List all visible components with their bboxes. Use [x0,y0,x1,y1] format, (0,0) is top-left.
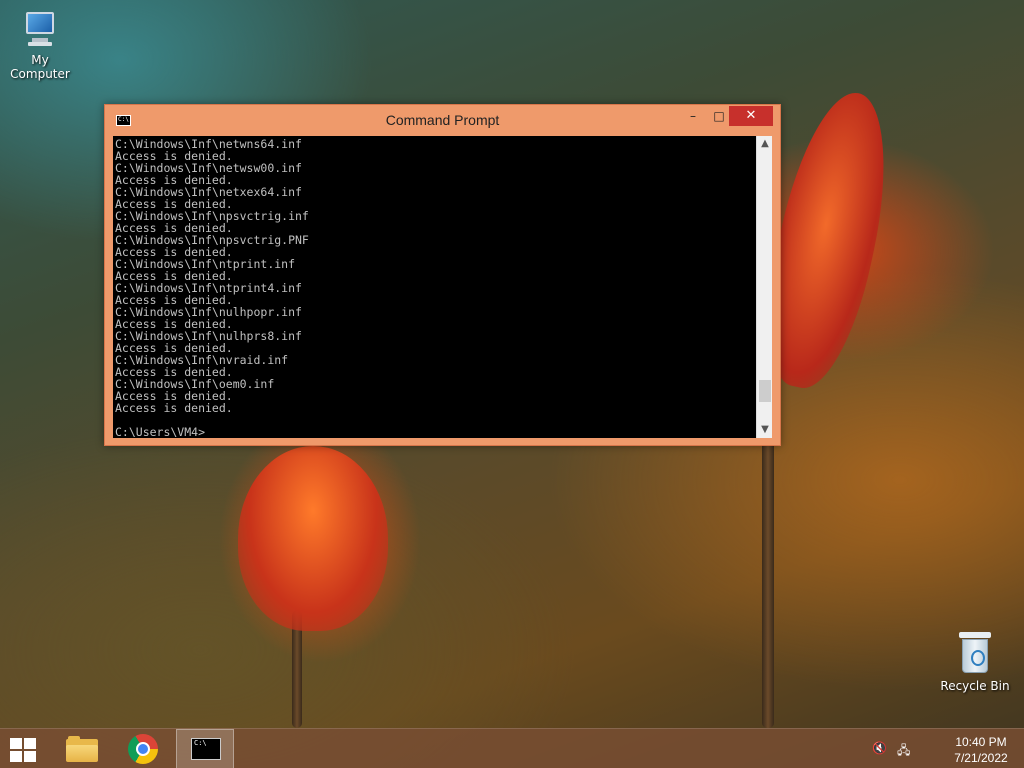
desktop-icon-label: Recycle Bin [940,679,1010,693]
taskbar-chrome-button[interactable] [115,729,171,768]
taskbar-command-prompt-button[interactable]: C:\ [176,729,234,768]
start-button[interactable] [8,736,38,762]
scroll-down-icon[interactable]: ▼ [757,422,773,438]
folder-icon [66,736,98,762]
desktop-icon-recycle-bin[interactable]: Recycle Bin [935,630,1015,693]
console-line: C:\Users\VM4> [115,425,206,438]
taskbar: C:\ 🔇 🖧 10:40 PM 7/21/2022 [0,728,1024,768]
scroll-thumb[interactable] [759,380,771,403]
desktop-icon-my-computer[interactable]: My Computer [0,10,80,81]
computer-icon [20,10,60,50]
network-icon[interactable]: 🖧 [897,741,915,757]
vertical-scrollbar[interactable]: ▲ ▼ [756,136,772,438]
speaker-muted-icon[interactable]: 🔇 [872,741,890,757]
scroll-up-icon[interactable]: ▲ [757,136,773,152]
wallpaper-stem [762,440,774,728]
console-line: Access is denied. [115,401,233,415]
windows-logo-pane [24,751,36,762]
clock-date: 7/21/2022 [954,751,1008,765]
chrome-icon [128,734,158,764]
windows-logo-pane [24,738,36,749]
close-button[interactable]: ✕ [729,106,773,126]
minimize-button[interactable]: – [679,106,707,126]
command-prompt-window[interactable]: C:\ Command Prompt – □ ✕ C:\Windows\Inf\… [104,104,781,446]
taskbar-file-explorer-button[interactable] [56,729,112,768]
recycle-bin-icon [957,630,993,676]
window-titlebar[interactable]: C:\ Command Prompt – □ ✕ [105,105,780,135]
system-clock[interactable]: 10:40 PM 7/21/2022 [944,734,1018,766]
clock-time: 10:40 PM [955,735,1007,749]
windows-logo-pane [10,751,22,762]
windows-logo-icon [10,738,22,749]
wallpaper-petal [238,446,388,631]
cmd-icon: C:\ [191,738,221,760]
console-output[interactable]: C:\Windows\Inf\netwns64.inf Access is den… [113,136,756,438]
desktop-icon-label: My Computer [10,53,70,81]
